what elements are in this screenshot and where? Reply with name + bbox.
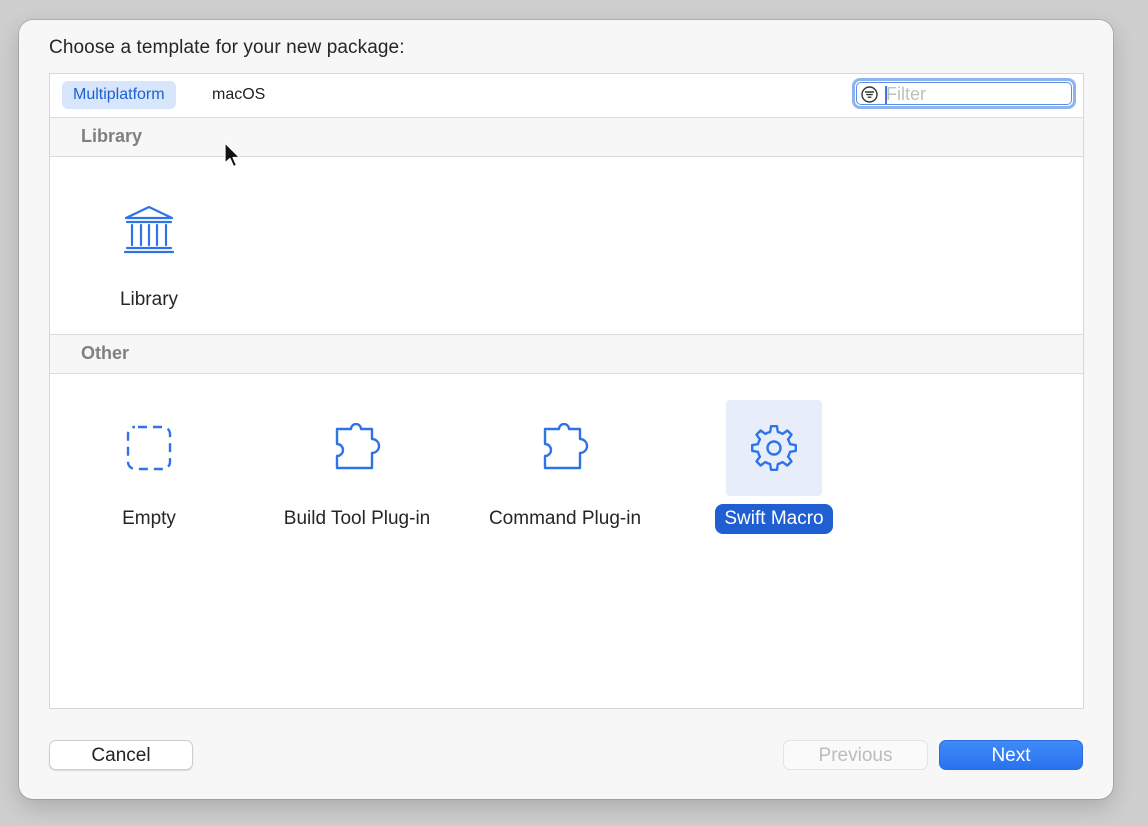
template-label: Command Plug-in bbox=[488, 508, 642, 529]
template-label: Empty bbox=[122, 508, 176, 529]
previous-button[interactable]: Previous bbox=[783, 740, 928, 770]
filter-input[interactable] bbox=[886, 83, 1066, 105]
platform-tab-bar: Multiplatform macOS bbox=[50, 74, 1083, 118]
template-label: Library bbox=[119, 289, 179, 310]
next-button[interactable]: Next bbox=[939, 740, 1083, 770]
template-label: Build Tool Plug-in bbox=[283, 508, 431, 529]
template-tile-empty[interactable]: Empty bbox=[59, 400, 239, 540]
puzzle-piece-icon bbox=[543, 423, 589, 470]
template-tile-library[interactable]: Library bbox=[59, 181, 239, 321]
template-tile-swift-macro[interactable]: Swift Macro bbox=[684, 400, 864, 540]
filter-field[interactable] bbox=[852, 78, 1076, 109]
template-chooser-dialog: Choose a template for your new package: … bbox=[19, 20, 1113, 799]
mouse-pointer-icon bbox=[224, 142, 241, 168]
cancel-button[interactable]: Cancel bbox=[49, 740, 193, 770]
tab-multiplatform[interactable]: Multiplatform bbox=[62, 81, 176, 109]
template-label-selected: Swift Macro bbox=[715, 504, 833, 534]
template-panel: Multiplatform macOS Library bbox=[49, 73, 1084, 709]
dialog-heading: Choose a template for your new package: bbox=[49, 37, 405, 58]
section-title: Library bbox=[81, 126, 143, 146]
template-tile-build-tool-plug-in[interactable]: Build Tool Plug-in bbox=[267, 400, 447, 540]
puzzle-piece-icon bbox=[335, 423, 381, 470]
library-icon bbox=[124, 205, 174, 254]
template-tile-command-plug-in[interactable]: Command Plug-in bbox=[475, 400, 655, 540]
tab-macos[interactable]: macOS bbox=[201, 81, 276, 109]
section-header-other: Other bbox=[50, 335, 1083, 374]
filter-icon bbox=[861, 86, 878, 103]
empty-dashed-square-icon bbox=[126, 425, 172, 471]
section-title: Other bbox=[81, 343, 130, 363]
section-header-library: Library bbox=[50, 118, 1083, 157]
gear-icon bbox=[751, 425, 797, 471]
